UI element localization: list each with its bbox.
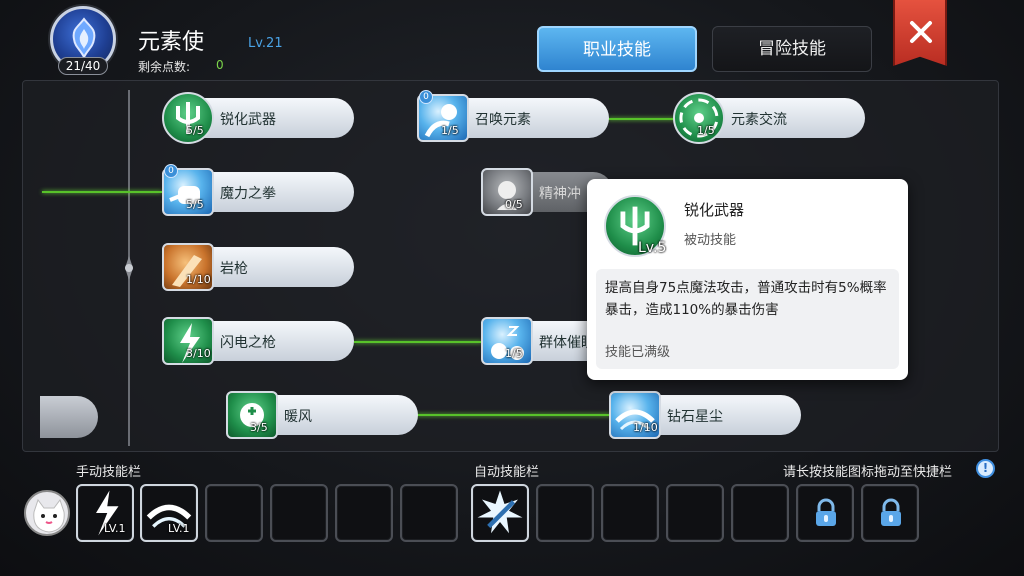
tooltip-status: 技能已满级 [605, 345, 671, 360]
skill-label: 召唤元素 [475, 112, 531, 128]
close-button[interactable] [893, 0, 947, 66]
auto-slot-locked-1[interactable] [796, 484, 854, 542]
slot-level: LV.1 [168, 522, 190, 535]
tooltip-skill-type: 被动技能 [684, 233, 737, 248]
skill-label: 精神冲 [539, 186, 581, 202]
manual-slot-6[interactable] [400, 484, 458, 542]
skill-level: 1/5 [441, 124, 459, 137]
auto-slot-4[interactable] [666, 484, 724, 542]
scroll-tab[interactable] [40, 396, 98, 438]
skill-level: 3/10 [186, 347, 211, 360]
skill-level: 0/5 [505, 198, 523, 211]
skill-label: 魔力之拳 [220, 186, 276, 202]
close-icon [910, 21, 932, 43]
skill-label: 暖风 [284, 409, 312, 425]
manual-slot-5[interactable] [335, 484, 393, 542]
spine-ornament-icon [125, 256, 133, 280]
auto-slot-locked-2[interactable] [861, 484, 919, 542]
auto-slot-3[interactable] [601, 484, 659, 542]
skill-badge: 0 [164, 164, 178, 178]
manual-skill-bar-label: 手动技能栏 [76, 465, 142, 480]
link-line [608, 118, 678, 120]
skill-label: 元素交流 [731, 112, 787, 128]
skill-badge: 0 [419, 90, 433, 104]
skill-points-pill: 21/40 [58, 57, 108, 75]
auto-slot-2[interactable] [536, 484, 594, 542]
manual-slot-4[interactable] [270, 484, 328, 542]
skill-screen: 21/40 元素使 Lv.21 剩余点数: 0 职业技能 冒险技能 锐化武器 5… [0, 0, 1024, 576]
link-line [42, 191, 162, 193]
tooltip-skill-name: 锐化武器 [684, 201, 745, 219]
help-icon[interactable]: ! [976, 459, 995, 478]
avatar[interactable] [24, 490, 70, 536]
skill-level: 5/5 [186, 198, 204, 211]
tooltip-description: 提高自身75点魔法攻击，普通攻击时有5%概率暴击，造成110%的暴击伤害 [605, 280, 887, 318]
skill-label: 锐化武器 [220, 112, 276, 128]
auto-slot-1[interactable] [471, 484, 529, 542]
skill-level: 1/5 [505, 347, 523, 360]
tooltip-level: Lv.5 [638, 240, 667, 256]
skill-level: 5/5 [186, 124, 204, 137]
tab-adventure-skills[interactable]: 冒险技能 [712, 26, 872, 72]
skill-label: 岩枪 [220, 261, 248, 277]
skill-level: 1/10 [186, 273, 211, 286]
sword-burst-icon [477, 490, 523, 534]
class-level: Lv.21 [248, 36, 283, 51]
tab-job-skills[interactable]: 职业技能 [537, 26, 697, 72]
skill-label: 闪电之枪 [220, 335, 276, 351]
lock-icon [816, 498, 836, 526]
auto-slot-5[interactable] [731, 484, 789, 542]
manual-slot-2[interactable]: LV.1 [140, 484, 198, 542]
remaining-points-value: 0 [216, 58, 224, 72]
link-line [354, 341, 482, 343]
manual-slot-3[interactable] [205, 484, 263, 542]
drag-hint: 请长按技能图标拖动至快捷栏 [783, 465, 953, 480]
lock-icon [881, 498, 901, 526]
tooltip-description-box: 提高自身75点魔法攻击，普通攻击时有5%概率暴击，造成110%的暴击伤害 技能已… [596, 269, 899, 369]
manual-slot-1[interactable]: LV.1 [76, 484, 134, 542]
link-line [416, 414, 610, 416]
auto-skill-bar-label: 自动技能栏 [474, 465, 540, 480]
skill-level: 3/5 [250, 421, 268, 434]
skill-level: 1/5 [697, 124, 715, 137]
class-name: 元素使 [138, 30, 205, 55]
skill-tooltip: Lv.5 锐化武器 被动技能 提高自身75点魔法攻击，普通攻击时有5%概率暴击，… [587, 179, 908, 380]
slot-level: LV.1 [104, 522, 126, 535]
remaining-points-label: 剩余点数: [138, 60, 191, 74]
skill-level: 1/10 [633, 421, 658, 434]
skill-label: 钻石星尘 [667, 409, 723, 425]
